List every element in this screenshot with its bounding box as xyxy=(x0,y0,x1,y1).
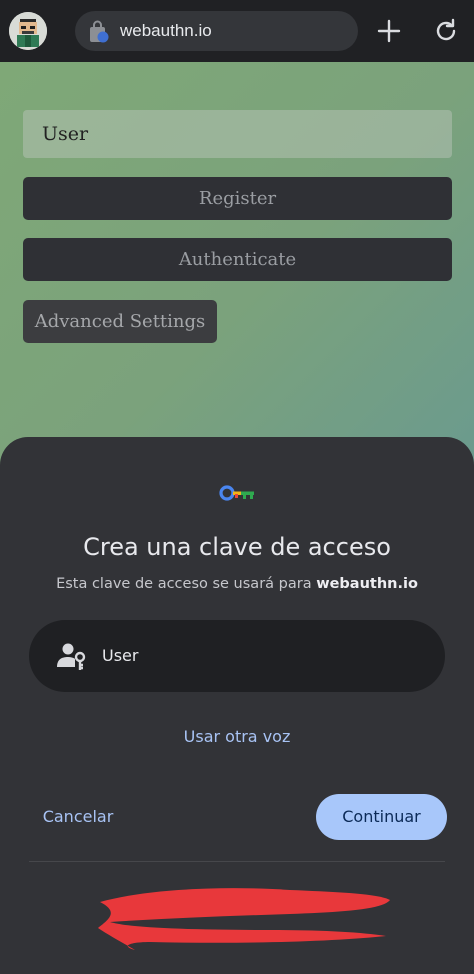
continue-button[interactable]: Continuar xyxy=(316,794,447,840)
subtitle-domain: webauthn.io xyxy=(316,576,418,592)
advanced-settings-button[interactable]: Advanced Settings xyxy=(23,300,217,343)
profile-avatar[interactable] xyxy=(9,12,47,50)
divider xyxy=(29,861,445,862)
person-key-icon xyxy=(57,643,86,670)
username-input[interactable] xyxy=(23,110,452,158)
authenticate-button[interactable]: Authenticate xyxy=(23,238,452,281)
register-button[interactable]: Register xyxy=(23,177,452,220)
sheet-title: Crea una clave de acceso xyxy=(83,533,391,561)
address-bar[interactable]: webauthn.io xyxy=(75,11,358,51)
passkey-key-icon xyxy=(219,485,254,501)
account-name: User xyxy=(102,646,139,665)
url-text: webauthn.io xyxy=(120,21,212,40)
redaction-scribble xyxy=(98,888,390,950)
plus-icon[interactable] xyxy=(375,17,403,45)
subtitle-text: Esta clave de acceso se usará para xyxy=(56,576,317,592)
browser-toolbar: webauthn.io xyxy=(0,0,474,62)
use-other-way-link[interactable]: Usar otra voz xyxy=(0,727,474,746)
avatar-icon xyxy=(9,12,47,50)
account-selector[interactable]: User xyxy=(29,620,445,692)
cancel-button[interactable]: Cancelar xyxy=(30,793,126,841)
phone-screen: webauthn.io Register Authenticate Advanc… xyxy=(0,0,474,974)
sheet-subtitle: Esta clave de acceso se usará para webau… xyxy=(0,576,474,592)
site-info-icon[interactable] xyxy=(87,20,111,44)
reload-icon[interactable] xyxy=(432,17,460,45)
passkey-bottom-sheet: Crea una clave de acceso Esta clave de a… xyxy=(0,437,474,974)
